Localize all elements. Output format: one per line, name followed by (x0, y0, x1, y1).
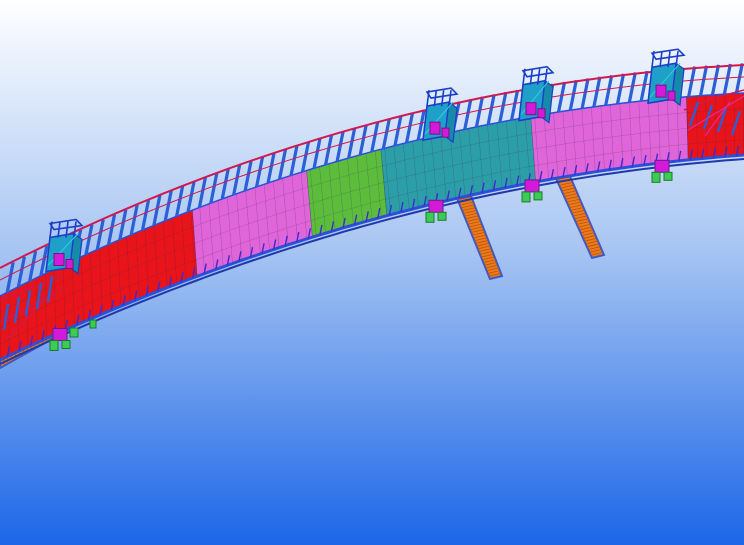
tower-center-1-joint (441, 127, 450, 138)
tower-west-footing (49, 339, 59, 351)
tower-center-1-footing (437, 211, 447, 221)
tower-center-1-pier (428, 199, 444, 213)
tower-west-joint (53, 252, 65, 266)
tower-west-footing (61, 339, 71, 349)
tower-east-footing (651, 171, 661, 183)
tower-center-2-joint (525, 102, 537, 116)
tower-west-joint (65, 258, 74, 269)
tower-center-1-footing (425, 211, 435, 223)
west-support-block (89, 319, 97, 329)
tower-center-2-pier (524, 179, 540, 193)
model-viewport[interactable] (0, 0, 744, 545)
tower-east-joint (655, 84, 667, 98)
tower-east-joint (667, 90, 676, 101)
tower-west-pier (52, 327, 68, 341)
tower-center-2-footing (533, 191, 543, 201)
bridge-model-3d[interactable] (0, 0, 744, 545)
tower-east-pier (654, 159, 670, 173)
tower-center-1-joint (429, 121, 441, 135)
tower-east-footing (663, 171, 673, 181)
west-support-block (69, 327, 79, 338)
tower-center-2-footing (521, 191, 531, 203)
tower-center-2-joint (537, 108, 546, 119)
